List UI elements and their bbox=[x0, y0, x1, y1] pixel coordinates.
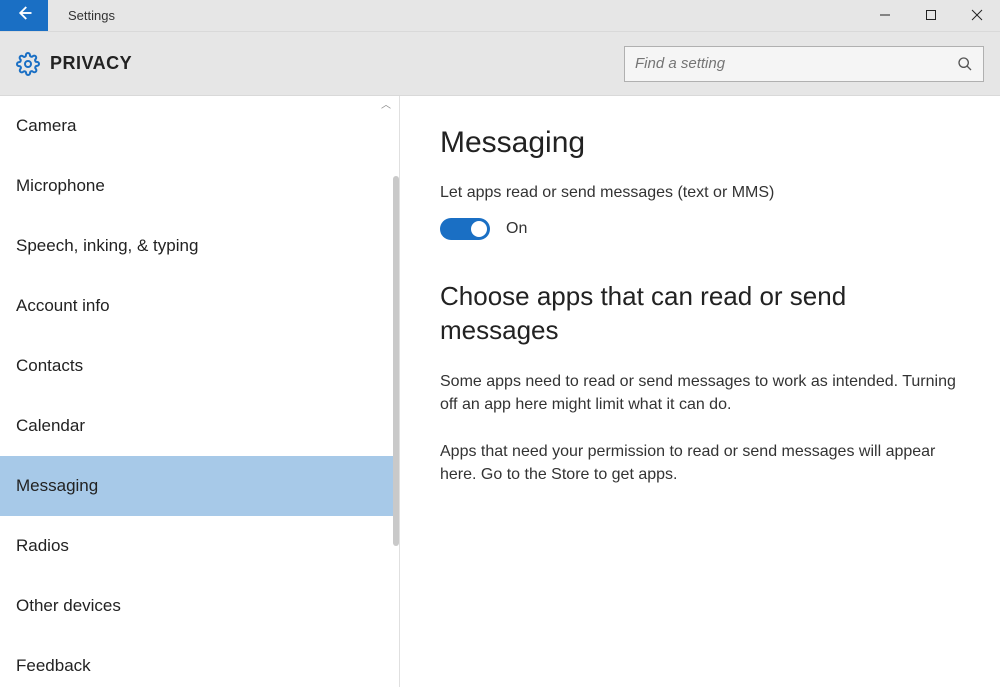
sidebar-item-feedback[interactable]: Feedback bbox=[0, 636, 399, 687]
body: ︿ Camera Microphone Speech, inking, & ty… bbox=[0, 96, 1000, 687]
sidebar-item-label: Calendar bbox=[16, 416, 85, 435]
sidebar-item-messaging[interactable]: Messaging bbox=[0, 456, 399, 516]
titlebar: Settings bbox=[0, 0, 1000, 32]
back-button[interactable] bbox=[0, 0, 48, 31]
sidebar-item-label: Account info bbox=[16, 296, 110, 315]
sidebar-item-label: Camera bbox=[16, 116, 76, 135]
gear-icon bbox=[16, 52, 40, 76]
sidebar-item-camera[interactable]: Camera bbox=[0, 96, 399, 156]
toggle-description: Let apps read or send messages (text or … bbox=[440, 184, 970, 202]
sidebar: ︿ Camera Microphone Speech, inking, & ty… bbox=[0, 96, 400, 687]
sidebar-item-label: Feedback bbox=[16, 656, 91, 675]
sidebar-item-account-info[interactable]: Account info bbox=[0, 276, 399, 336]
sidebar-item-speech-inking-typing[interactable]: Speech, inking, & typing bbox=[0, 216, 399, 276]
content-pane: Messaging Let apps read or send messages… bbox=[400, 96, 1000, 687]
sidebar-item-calendar[interactable]: Calendar bbox=[0, 396, 399, 456]
content-subheading: Choose apps that can read or send messag… bbox=[440, 280, 970, 348]
minimize-icon bbox=[879, 8, 891, 24]
search-input[interactable] bbox=[635, 55, 957, 72]
search-box[interactable] bbox=[624, 46, 984, 82]
close-icon bbox=[971, 8, 983, 24]
search-icon bbox=[957, 56, 973, 72]
sidebar-item-label: Speech, inking, & typing bbox=[16, 236, 198, 255]
sidebar-item-label: Microphone bbox=[16, 176, 105, 195]
scrollbar-thumb[interactable] bbox=[393, 176, 399, 546]
window-title: Settings bbox=[48, 0, 862, 31]
sidebar-item-other-devices[interactable]: Other devices bbox=[0, 576, 399, 636]
content-paragraph-2: Apps that need your permission to read o… bbox=[440, 440, 970, 486]
maximize-button[interactable] bbox=[908, 0, 954, 32]
sidebar-item-label: Other devices bbox=[16, 596, 121, 615]
content-paragraph-1: Some apps need to read or send messages … bbox=[440, 370, 970, 416]
chevron-up-icon: ︿ bbox=[381, 96, 391, 111]
content-heading: Messaging bbox=[440, 126, 970, 160]
toggle-row: On bbox=[440, 218, 970, 240]
sidebar-item-label: Contacts bbox=[16, 356, 83, 375]
close-button[interactable] bbox=[954, 0, 1000, 32]
messaging-toggle[interactable] bbox=[440, 218, 490, 240]
sidebar-item-microphone[interactable]: Microphone bbox=[0, 156, 399, 216]
sidebar-item-label: Messaging bbox=[16, 476, 98, 495]
window-controls bbox=[862, 0, 1000, 31]
sidebar-item-label: Radios bbox=[16, 536, 69, 555]
arrow-left-icon bbox=[15, 4, 33, 27]
minimize-button[interactable] bbox=[862, 0, 908, 32]
page-category-label: PRIVACY bbox=[50, 53, 132, 74]
maximize-icon bbox=[925, 8, 937, 24]
sidebar-item-contacts[interactable]: Contacts bbox=[0, 336, 399, 396]
page-header: PRIVACY bbox=[0, 32, 1000, 96]
sidebar-item-radios[interactable]: Radios bbox=[0, 516, 399, 576]
toggle-knob bbox=[471, 221, 487, 237]
toggle-state-label: On bbox=[506, 220, 527, 238]
page-category: PRIVACY bbox=[16, 52, 132, 76]
